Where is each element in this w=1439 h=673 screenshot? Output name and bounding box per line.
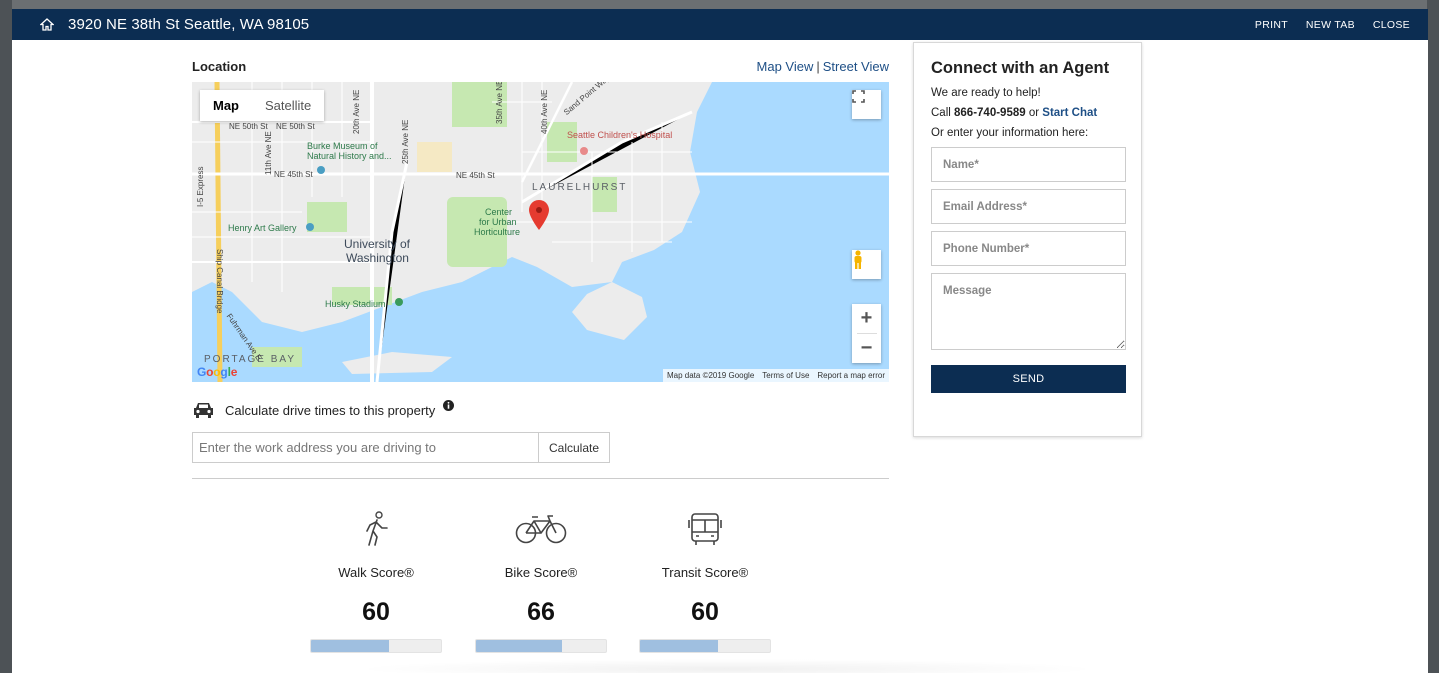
transit-score-bar [639, 639, 771, 653]
terms-of-use-link[interactable]: Terms of Use [762, 371, 809, 380]
transit-score-label: Transit Score® [661, 565, 749, 580]
walk-score-fill [311, 640, 389, 652]
call-prefix: Call [931, 107, 951, 119]
map-label-uw-1: University of [344, 237, 411, 251]
map-label-11th-ave: 11th Ave NE [264, 131, 273, 175]
work-address-input[interactable] [192, 432, 539, 463]
location-map[interactable]: Map Satellite Seattle Children's Hospita… [192, 82, 889, 382]
transit-icon [638, 509, 772, 549]
calculate-button[interactable]: Calculate [538, 432, 610, 463]
map-label-25th-ave: 25th Ave NE [401, 119, 410, 164]
bike-score-label: Bike Score® [504, 565, 578, 580]
satellite-tab[interactable]: Satellite [252, 90, 324, 121]
google-logo: Google [197, 365, 238, 379]
map-attribution: Map data ©2019 Google Terms of Use Repor… [662, 369, 889, 382]
header-actions: PRINT NEW TAB CLOSE [1255, 9, 1410, 40]
map-data-credit: Map data ©2019 Google [666, 371, 755, 380]
map-label-center-2: for Urban [479, 217, 517, 227]
drive-time-row: Calculate drive times to this property [192, 399, 455, 419]
map-view-link[interactable]: Map View [757, 59, 814, 74]
or-text: or [1028, 107, 1040, 119]
map-label-hospital: Seattle Children's Hospital [567, 130, 673, 140]
email-field[interactable] [931, 189, 1126, 224]
bottom-fade [352, 659, 1102, 673]
map-label-ne50-west: NE 50th St [229, 122, 268, 131]
map-label-i5: I-5 Express [196, 166, 205, 207]
start-chat-link[interactable]: Start Chat [1042, 107, 1097, 119]
map-view-links: Map View | Street View [757, 59, 889, 74]
map-label-husky: Husky Stadium [325, 299, 386, 309]
home-icon[interactable] [32, 18, 62, 31]
map-label-ne50-east: NE 50th St [276, 122, 315, 131]
zoom-in-button[interactable]: + [861, 304, 873, 333]
map-label-burke-2: Natural History and... [307, 151, 392, 161]
name-field[interactable] [931, 147, 1126, 182]
walk-score-bar [310, 639, 442, 653]
phone-field[interactable] [931, 231, 1126, 266]
section-divider [192, 478, 889, 479]
property-modal: 3920 NE 38th St Seattle, WA 98105 PRINT … [12, 9, 1428, 673]
bike-icon [474, 509, 608, 549]
map-label-ship-canal: Ship Canal Bridge [215, 249, 224, 314]
zoom-out-button[interactable]: − [861, 334, 873, 363]
map-label-burke-1: Burke Museum of [307, 141, 378, 151]
map-type-toggle: Map Satellite [200, 90, 325, 121]
transit-score-fill [640, 640, 718, 652]
map-label-uw-2: Washington [346, 251, 409, 265]
map-label-40th-ave: 40th Ave NE [540, 89, 549, 134]
map-label-henry-art: Henry Art Gallery [228, 223, 297, 233]
location-heading: Location [192, 59, 247, 74]
map-label-center-1: Center [485, 207, 513, 217]
transit-score: Transit Score® 60 [638, 509, 772, 653]
print-button[interactable]: PRINT [1255, 19, 1288, 31]
fullscreen-button[interactable] [852, 90, 881, 119]
bike-score-bar [475, 639, 607, 653]
info-icon[interactable] [443, 399, 455, 414]
agent-intro: We are ready to help! [931, 87, 1041, 99]
street-view-pegman[interactable] [852, 250, 881, 279]
map-label-ne45-west: NE 45th St [274, 170, 313, 179]
report-map-error-link[interactable]: Report a map error [817, 371, 885, 380]
bike-score-value: 66 [527, 598, 555, 626]
transit-score-value: 60 [691, 598, 719, 626]
map-tab[interactable]: Map [200, 90, 252, 121]
enter-info-text: Or enter your information here: [931, 127, 1089, 139]
bike-score-fill [476, 640, 562, 652]
send-button[interactable]: SEND [931, 365, 1126, 393]
new-tab-button[interactable]: NEW TAB [1306, 19, 1355, 31]
bike-score: Bike Score® 66 [474, 509, 608, 653]
view-link-separator: | [816, 59, 820, 74]
map-label-laurelhurst: LAURELHURST [532, 182, 628, 193]
walk-score: Walk Score® 60 [309, 509, 443, 653]
walk-score-label: Walk Score® [338, 565, 414, 580]
map-label-ne45-east: NE 45th St [456, 171, 495, 180]
drive-time-label: Calculate drive times to this property [225, 402, 436, 418]
agent-call-line: Call 866-740-9589 or Start Chat [931, 107, 1124, 119]
zoom-controls: + − [852, 304, 881, 363]
map-label-35th-ave: 35th Ave NE [495, 82, 504, 124]
close-button[interactable]: CLOSE [1373, 19, 1410, 31]
map-label-20th-ave: 20th Ave NE [352, 89, 361, 134]
property-address-title: 3920 NE 38th St Seattle, WA 98105 [68, 16, 310, 33]
walk-score-value: 60 [362, 598, 390, 626]
agent-card-title: Connect with an Agent [931, 59, 1110, 77]
street-view-link[interactable]: Street View [823, 59, 889, 74]
modal-header: 3920 NE 38th St Seattle, WA 98105 PRINT … [12, 9, 1428, 40]
agent-phone-number[interactable]: 866-740-9589 [954, 107, 1026, 119]
connect-agent-card: Connect with an Agent We are ready to he… [913, 42, 1142, 437]
map-label-portage: PORTAGE BAY [204, 354, 297, 365]
message-field[interactable] [931, 273, 1126, 350]
page-backdrop-right [1427, 0, 1439, 673]
car-icon [192, 401, 215, 419]
page-backdrop-left [0, 0, 12, 673]
walk-icon [309, 509, 443, 549]
map-label-center-3: Horticulture [474, 227, 521, 237]
